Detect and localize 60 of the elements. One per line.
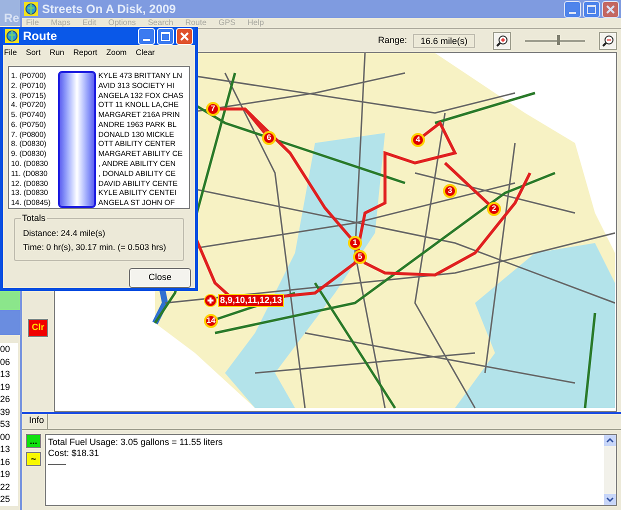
- zoom-in-button[interactable]: [493, 32, 511, 50]
- time-cell-text: 22: [0, 480, 12, 493]
- globe-icon: [24, 2, 38, 16]
- time-cell-text: 19: [0, 380, 12, 393]
- close-button[interactable]: [602, 0, 619, 18]
- menu-item[interactable]: Zoom: [106, 46, 127, 59]
- maximize-icon: [587, 4, 596, 14]
- zoom-in-icon: [496, 34, 508, 46]
- close-icon: [180, 32, 189, 41]
- maximize-button[interactable]: [157, 28, 174, 45]
- clear-button[interactable]: Clr: [28, 318, 48, 337]
- maximize-button[interactable]: [583, 0, 600, 18]
- time-cell-text: 06: [0, 356, 12, 368]
- route-list[interactable]: [8, 66, 190, 210]
- menu-item[interactable]: Run: [50, 46, 64, 59]
- route-stop-marker[interactable]: 8,9,10,11,12,13: [218, 294, 284, 307]
- menu-item[interactable]: Report: [73, 46, 98, 59]
- time-cell-text: 13: [0, 443, 12, 456]
- time-cell-text: 26: [0, 393, 12, 406]
- time-cell-text: 16: [0, 456, 12, 468]
- slider-thumb[interactable]: [557, 34, 560, 44]
- time-cell-text: 00: [0, 343, 12, 356]
- range-label: Range:: [378, 34, 407, 47]
- menu-item[interactable]: File: [4, 46, 17, 59]
- minimize-icon: [569, 12, 576, 14]
- time-cell-text: 53: [0, 418, 12, 430]
- minimize-button[interactable]: [138, 28, 155, 45]
- menu-item[interactable]: Sort: [26, 46, 41, 59]
- info-line: Total Fuel Usage: 3.05 gallons = 11.55 liters: [48, 437, 224, 448]
- time-cell-text: 13: [0, 368, 12, 380]
- menu-item[interactable]: Clear: [136, 46, 155, 59]
- close-icon: [606, 4, 615, 14]
- scroll-up-icon: [604, 435, 616, 446]
- zoom-out-button[interactable]: [599, 32, 617, 50]
- time-cell-text: 25: [0, 493, 12, 506]
- window-title: Route: [23, 28, 58, 46]
- info-line: ——: [48, 459, 67, 470]
- selected-row-bar: [0, 310, 20, 335]
- maximize-icon: [161, 32, 170, 41]
- range-field: 16.6 mile(s): [413, 34, 475, 48]
- time-cell-text: 19: [0, 468, 12, 480]
- close-dialog-button[interactable]: Close: [129, 268, 191, 288]
- time-cell-text: 00: [0, 430, 12, 443]
- scroll-down-icon: [604, 494, 616, 505]
- panel-button[interactable]: ...: [26, 434, 41, 448]
- panel-button[interactable]: ~: [26, 452, 41, 466]
- info-text-area[interactable]: Total Fuel Usage: 3.05 gallons = 11.55 liters Cost: $18.31 ——: [45, 434, 617, 506]
- time-cell-text: 39: [0, 406, 12, 418]
- close-button[interactable]: [176, 28, 193, 45]
- zoom-slider[interactable]: [525, 34, 585, 46]
- window-title: Streets On A Disk, 2009: [42, 1, 177, 18]
- minimize-icon: [143, 38, 150, 41]
- scrollbar[interactable]: [604, 435, 616, 505]
- zoom-out-icon: [602, 34, 614, 46]
- time-text: Time: 0 hr(s), 30.17 min. (= 0.503 hrs): [23, 242, 168, 252]
- globe-icon: [5, 29, 19, 44]
- distance-text: Distance: 24.4 mile(s): [23, 228, 106, 238]
- window-title: Re: [4, 11, 20, 25]
- minimize-button[interactable]: [564, 0, 581, 18]
- info-line: Cost: $18.31: [48, 448, 100, 459]
